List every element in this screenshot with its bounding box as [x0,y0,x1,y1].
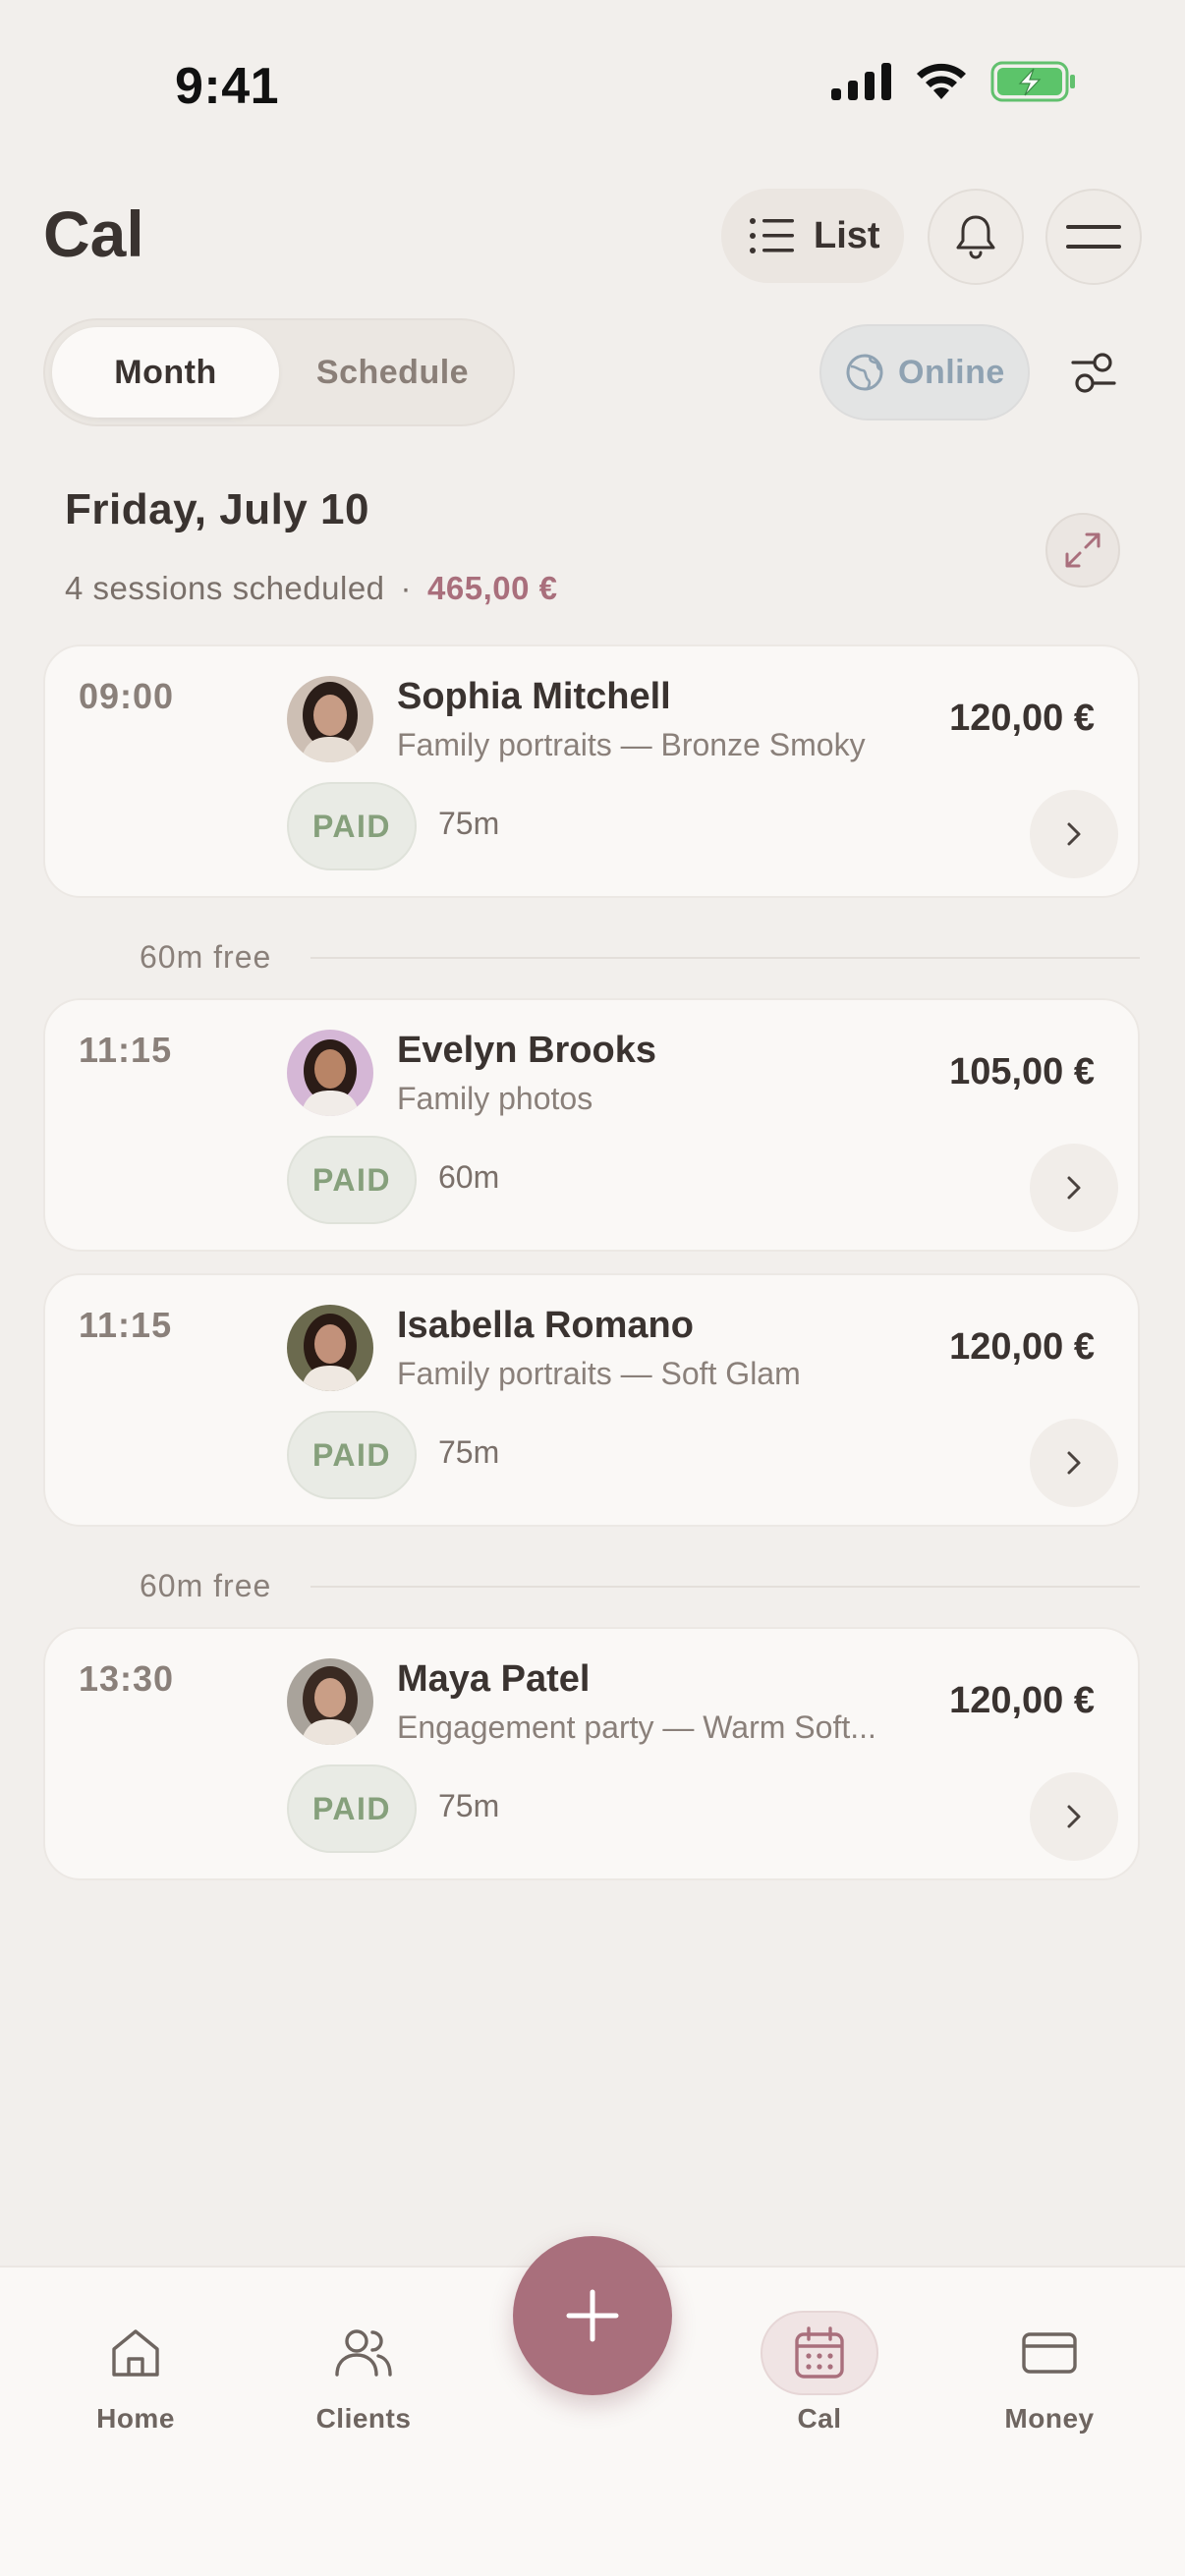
nav-label: Money [1004,2403,1095,2434]
nav-icon-wrap [77,2311,195,2395]
clients-icon [335,2329,392,2377]
free-gap-label: 60m free [140,1568,272,1603]
tab-month[interactable]: Month [52,327,279,418]
open-session-button[interactable] [1030,790,1118,878]
wifi-icon [917,63,966,99]
nav-label: Clients [315,2403,412,2434]
session-time: 09:00 [79,676,175,716]
nav-item-money[interactable]: Money [971,2311,1128,2435]
free-gap-divider [310,1586,1140,1588]
open-session-button[interactable] [1030,1419,1118,1507]
session-price: 120,00 € [949,1680,1095,1721]
nav-item-clients[interactable]: Clients [285,2311,442,2435]
tab-schedule[interactable]: Schedule [279,327,506,418]
session-card[interactable]: 11:15 Evelyn Brooks Family photos 105,00… [43,998,1140,1252]
avatar [287,1658,373,1745]
page-title: Cal [43,197,144,270]
session-price: 120,00 € [949,1326,1095,1368]
day-total: 465,00 € [427,570,558,606]
free-gap-divider [310,957,1140,959]
client-name: Sophia Mitchell [397,676,671,717]
session-card[interactable]: 11:15 Isabella Romano Family portraits —… [43,1273,1140,1527]
nav-icon-wrap [305,2311,423,2395]
chevron-right-icon [1067,1176,1081,1200]
session-duration: 75m [438,806,500,841]
status-badge: PAID [287,1136,417,1224]
summary-separator: · [400,570,413,606]
session-duration: 60m [438,1159,500,1195]
bell-icon [956,215,995,259]
service-name: Family photos [397,1081,593,1116]
online-label: Online [898,353,1005,391]
view-toggle: Month Schedule [43,318,515,426]
service-name: Engagement party — Warm Soft... [397,1709,876,1745]
filter-button[interactable] [1061,340,1126,405]
plus-icon [566,2289,619,2342]
sliders-icon [1071,353,1116,393]
session-price: 120,00 € [949,698,1095,739]
card-icon [1022,2332,1077,2374]
day-title: Friday, July 10 [65,485,369,533]
session-time: 11:15 [79,1305,173,1345]
service-name: Family portraits — Soft Glam [397,1356,801,1391]
session-card[interactable]: 09:00 Sophia Mitchell Family portraits —… [43,644,1140,898]
free-gap-label: 60m free [140,939,272,975]
session-price: 105,00 € [949,1051,1095,1092]
signal-icon [831,63,891,100]
home-icon [112,2329,159,2377]
open-session-button[interactable] [1030,1144,1118,1232]
day-summary: 4 sessions scheduled · 465,00 € [65,570,558,607]
calendar-icon [795,2326,844,2379]
avatar [287,676,373,762]
add-session-button[interactable] [513,2236,672,2395]
session-duration: 75m [438,1788,500,1823]
globe-icon [846,354,883,391]
status-icons [831,61,1077,102]
chevron-right-icon [1067,1451,1081,1475]
list-icon [750,218,794,253]
client-name: Isabella Romano [397,1305,694,1346]
expand-icon [1065,532,1100,568]
nav-item-home[interactable]: Home [57,2311,214,2435]
nav-item-cal[interactable]: Cal [741,2311,898,2435]
avatar [287,1030,373,1116]
session-count: 4 sessions scheduled [65,570,385,606]
status-bar: 9:41 [0,0,1185,157]
session-card[interactable]: 13:30 Maya Patel Engagement party — Warm… [43,1627,1140,1880]
nav-icon-wrap [990,2311,1108,2395]
battery-icon [990,61,1075,102]
service-name: Family portraits — Bronze Smoky [397,727,866,762]
status-badge: PAID [287,1764,417,1853]
session-time: 13:30 [79,1658,175,1699]
expand-button[interactable] [1045,513,1120,588]
menu-button[interactable] [1045,189,1142,285]
menu-icon [1066,225,1121,249]
nav-icon-wrap-active [761,2311,878,2395]
status-time: 9:41 [175,58,280,115]
online-toggle[interactable]: Online [819,324,1030,420]
open-session-button[interactable] [1030,1772,1118,1861]
chevron-right-icon [1067,1805,1081,1828]
status-badge: PAID [287,782,417,870]
chevron-right-icon [1067,822,1081,846]
list-view-button[interactable]: List [721,189,904,283]
session-duration: 75m [438,1434,500,1470]
client-name: Maya Patel [397,1658,591,1700]
nav-label: Home [96,2403,175,2434]
avatar [287,1305,373,1391]
session-time: 11:15 [79,1030,173,1070]
notifications-button[interactable] [928,189,1024,285]
status-badge: PAID [287,1411,417,1499]
list-button-label: List [814,214,880,256]
client-name: Evelyn Brooks [397,1030,656,1071]
nav-label: Cal [797,2403,842,2434]
